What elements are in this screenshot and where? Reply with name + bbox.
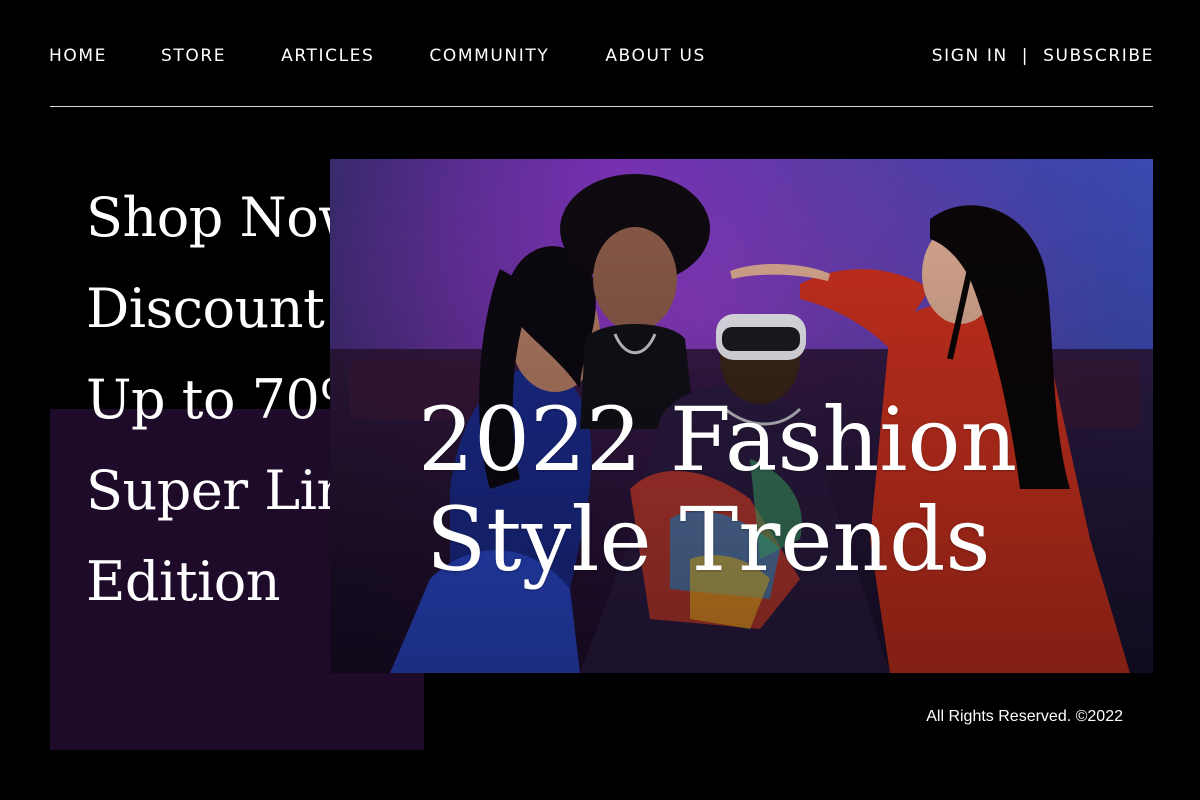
nav-link-store[interactable]: STORE xyxy=(161,45,226,67)
main-menu: HOME STORE ARTICLES COMMUNITY ABOUT US xyxy=(49,45,706,67)
nav-divider xyxy=(50,106,1153,107)
account-menu: SIGN IN | SUBSCRIBE xyxy=(932,45,1154,67)
hero-title-line-2: Style Trends xyxy=(426,488,991,591)
nav-link-articles[interactable]: ARTICLES xyxy=(281,45,374,67)
hero-title-line-1: 2022 Fashion xyxy=(418,388,1018,491)
promo-line-up-to: Up to 70% xyxy=(86,368,330,431)
nav-link-about-us[interactable]: ABOUT US xyxy=(605,45,706,67)
hero-title: 2022 Fashion Style Trends xyxy=(418,386,1138,594)
copyright-text: All Rights Reserved. ©2022 xyxy=(926,708,1123,725)
sign-in-link[interactable]: SIGN IN xyxy=(932,45,1008,67)
promo-line-discount: Discount xyxy=(86,277,325,340)
hero-banner[interactable]: 2022 Fashion Style Trends xyxy=(330,159,1153,673)
subscribe-link[interactable]: SUBSCRIBE xyxy=(1043,45,1154,67)
top-navigation: HOME STORE ARTICLES COMMUNITY ABOUT US S… xyxy=(0,0,1200,108)
promo-line-super-limited: Super Limited xyxy=(86,459,330,522)
nav-link-home[interactable]: HOME xyxy=(49,45,107,67)
promo-line-edition: Edition xyxy=(86,550,281,613)
promo-text: Shop Now Discount Up to 70% Super Limite… xyxy=(86,172,330,627)
promo-line-shop-now[interactable]: Shop Now xyxy=(86,172,330,263)
nav-link-community[interactable]: COMMUNITY xyxy=(429,45,549,67)
nav-separator: | xyxy=(1021,46,1030,66)
